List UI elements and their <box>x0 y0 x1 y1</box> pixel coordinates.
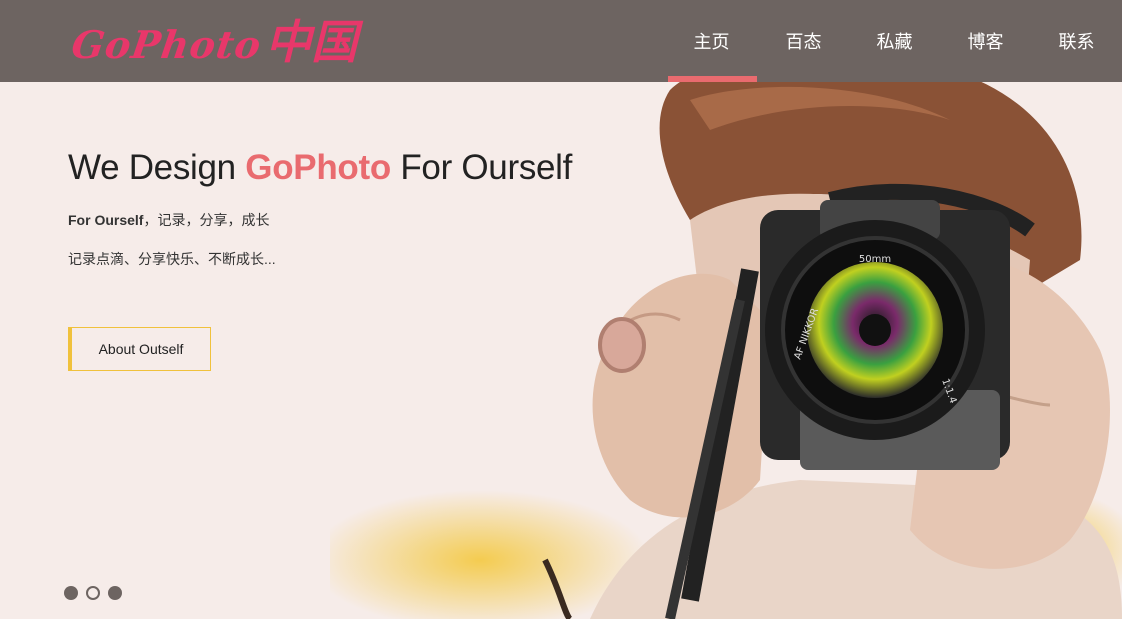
slider-dot-3[interactable] <box>108 586 122 600</box>
lens-focal-text: 50mm <box>859 254 891 265</box>
hero-title: We Design GoPhoto For Ourself <box>68 148 572 188</box>
nav-item-contact[interactable]: 联系 <box>1031 0 1122 82</box>
about-button[interactable]: About Outself <box>68 327 211 371</box>
logo-cjk-text: 中国 <box>265 15 358 69</box>
hero-description: 记录点滴、分享快乐、不断成长... <box>68 251 276 267</box>
nav-item-blog[interactable]: 博客 <box>940 0 1031 82</box>
hero-title-suffix: For Ourself <box>390 148 573 187</box>
nav-item-gallery[interactable]: 百态 <box>758 0 849 82</box>
hero-title-accent: GoPhoto <box>245 148 391 187</box>
slider-dot-2[interactable] <box>86 586 100 600</box>
nav-item-collection[interactable]: 私藏 <box>849 0 940 82</box>
main-nav: 主页 百态 私藏 博客 联系 <box>666 0 1122 82</box>
hero-subtitle-rest: ，记录，分享，成长 <box>143 212 270 228</box>
nav-item-home[interactable]: 主页 <box>666 0 757 82</box>
site-header: GoPhoto 中国 主页 百态 私藏 博客 联系 <box>0 0 1122 82</box>
hero-photo: 50mm AF NIKKOR 1:1.4 <box>330 60 1122 619</box>
logo-latin-text: GoPhoto <box>68 22 265 67</box>
slider-dot-1[interactable] <box>64 586 78 600</box>
brand-logo[interactable]: GoPhoto 中国 <box>68 6 357 69</box>
hero-subtitle-bold: For Ourself <box>68 212 144 228</box>
hero-subtitle: For Ourself，记录，分享，成长 <box>68 210 269 230</box>
slider-pagination <box>64 586 122 600</box>
hero-title-prefix: We Design <box>68 148 246 187</box>
